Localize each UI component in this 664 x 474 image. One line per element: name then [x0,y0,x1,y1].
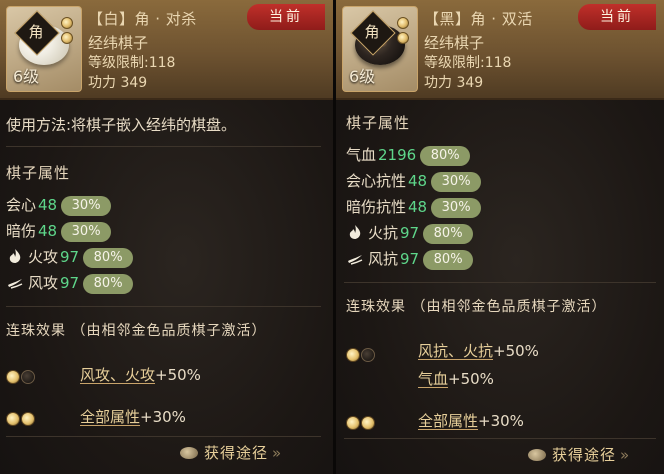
combo-link: 风抗、火抗 [418,342,494,360]
item-name: 【黑】角 · 双活 [424,10,533,28]
level-limit: 等级限制:118 [424,55,512,71]
combo-indicator [6,408,36,427]
stat-row: 暗伤抗性 48 30% [346,196,482,218]
stat-row: 风抗 97 80% [346,248,474,270]
stat-label: 气血 [346,146,377,164]
stat-pct: 30% [431,198,482,218]
stat-pct: 80% [420,146,471,166]
combo-link: 气血 [418,370,449,388]
combo-link: 全部属性 [418,412,479,430]
combo-bonus: +30% [140,408,186,426]
attr-title: 棋子属性 [346,114,411,132]
stone-char: 角 [364,23,380,41]
stat-value: 2196 [378,146,417,164]
level-limit: 等级限制:118 [88,55,176,71]
stat-label: 会心 [6,196,37,214]
stat-label: 暗伤抗性 [346,198,407,216]
item-type: 经纬棋子 [424,34,485,52]
divider [6,146,321,147]
fire-icon [349,225,361,239]
stat-row: 火抗 97 80% [346,222,474,244]
obtain-icon [528,449,546,461]
stat-label: 暗伤 [6,222,37,240]
item-header: 角 6级 【黑】角 · 双活 经纬棋子 等级限制:118 功力 349 当前 [336,0,664,100]
fire-icon [9,249,21,263]
item-icon-frame[interactable]: 角 6级 [342,6,418,92]
obtain-button[interactable]: 获得途径» [180,442,282,463]
stat-pct: 30% [61,196,112,216]
stat-value: 48 [408,198,428,216]
obtain-label: 获得途径 [552,446,617,464]
stat-value: 48 [408,172,428,190]
stat-row: 气血 2196 80% [346,144,471,166]
combo-bonus: +30% [478,412,524,430]
wind-icon [348,255,363,265]
stat-value: 48 [38,222,58,240]
left-item-panel: 角 6级 【白】角 · 对杀 经纬棋子 等级限制:118 功力 349 当前 使… [0,0,333,474]
stone-char: 角 [28,23,44,41]
divider [6,436,321,437]
combo-effect[interactable]: 全部属性+30% [418,410,524,431]
combo-effect[interactable]: 风抗、火抗+50% [418,340,539,361]
stat-value: 97 [400,224,420,242]
usage-text: 使用方法:将棋子嵌入经纬的棋盘。 [6,116,237,134]
combo-effect[interactable]: 全部属性+30% [80,406,186,427]
obtain-label: 获得途径 [204,444,269,462]
item-type: 经纬棋子 [88,34,149,52]
divider [344,438,656,439]
combo-effect[interactable]: 风攻、火攻+50% [80,364,201,385]
stat-row: 会心抗性 48 30% [346,170,482,192]
combo-bonus: +50% [155,366,201,384]
socket-dots [397,17,411,47]
combo-title: 连珠效果 （由相邻金色品质棋子激活） [346,299,607,315]
combo-bonus: +50% [448,370,494,388]
stat-pct: 80% [83,248,134,268]
divider [6,306,321,307]
power-value: 功力 349 [424,75,484,91]
stat-label: 会心抗性 [346,172,407,190]
combo-effect[interactable]: 气血+50% [418,368,494,389]
stat-row: 会心 48 30% [6,194,112,216]
stat-label: 风抗 [368,250,399,268]
stat-pct: 30% [61,222,112,242]
stat-label: 风攻 [28,274,59,292]
current-badge: 当前 [247,4,325,30]
stat-row: 火攻 97 80% [6,246,134,268]
right-item-panel: 角 6级 【黑】角 · 双活 经纬棋子 等级限制:118 功力 349 当前 棋… [336,0,664,474]
stat-value: 97 [400,250,420,268]
stat-row: 暗伤 48 30% [6,220,112,242]
combo-title: 连珠效果 （由相邻金色品质棋子激活） [6,323,267,339]
combo-indicator [346,412,376,431]
double-chevron-icon: » [272,444,283,462]
stat-pct: 80% [83,274,134,294]
combo-indicator [6,366,36,385]
item-icon-frame[interactable]: 角 6级 [6,6,82,92]
attr-title: 棋子属性 [6,164,71,182]
divider [344,282,656,283]
stat-label: 火攻 [28,248,59,266]
wind-icon [8,279,23,289]
stat-label: 火抗 [368,224,399,242]
item-level: 6级 [13,67,40,86]
stat-pct: 80% [423,250,474,270]
item-header: 角 6级 【白】角 · 对杀 经纬棋子 等级限制:118 功力 349 当前 [0,0,333,100]
obtain-button[interactable]: 获得途径» [528,444,630,465]
obtain-icon [180,447,198,459]
stat-pct: 80% [423,224,474,244]
stat-value: 97 [60,248,80,266]
combo-indicator [346,344,376,363]
stat-value: 48 [38,196,58,214]
combo-link: 全部属性 [80,408,141,426]
power-value: 功力 349 [88,75,148,91]
double-chevron-icon: » [620,446,631,464]
combo-link: 风攻、火攻 [80,366,156,384]
socket-dots [61,17,75,47]
item-name: 【白】角 · 对杀 [88,10,197,28]
stat-value: 97 [60,274,80,292]
current-badge: 当前 [578,4,656,30]
stat-pct: 30% [431,172,482,192]
stat-row: 风攻 97 80% [6,272,134,294]
item-level: 6级 [349,67,376,86]
combo-bonus: +50% [493,342,539,360]
